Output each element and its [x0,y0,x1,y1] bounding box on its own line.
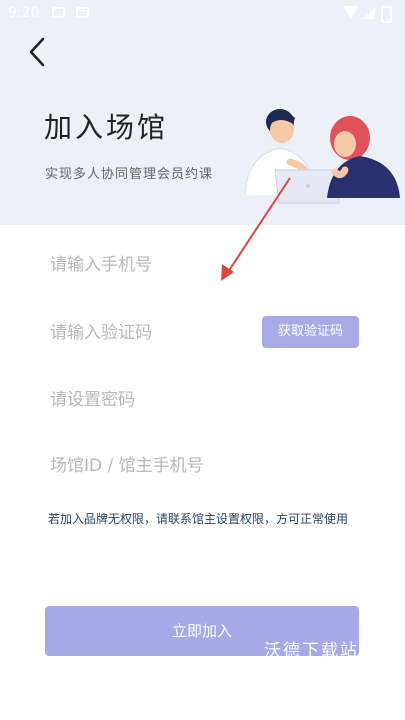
wifi-icon [343,6,359,19]
chevron-left-icon [29,37,45,67]
page-subtitle: 实现多人协同管理会员约课 [45,167,214,182]
venue-id-input[interactable] [50,449,350,483]
signal-icon [363,7,375,19]
page-title: 加入场馆 [44,111,169,144]
status-time: 9:20 [8,5,40,21]
password-input[interactable] [50,383,330,417]
add-notification-icon [76,4,89,18]
image-notification-icon [52,7,65,18]
back-button[interactable] [22,36,54,68]
get-code-button[interactable]: 获取验证码 [262,316,359,348]
watermark: 沃德下载站 [264,641,359,661]
status-bar: 9:20 [0,0,405,28]
team-illustration [244,109,400,204]
battery-icon [381,6,392,23]
phone-input[interactable] [50,248,270,282]
permission-notice: 若加入品牌无权限，请联系馆主设置权限，方可正常使用 [48,512,349,526]
status-icons [343,6,399,23]
verification-code-input[interactable] [50,316,250,350]
